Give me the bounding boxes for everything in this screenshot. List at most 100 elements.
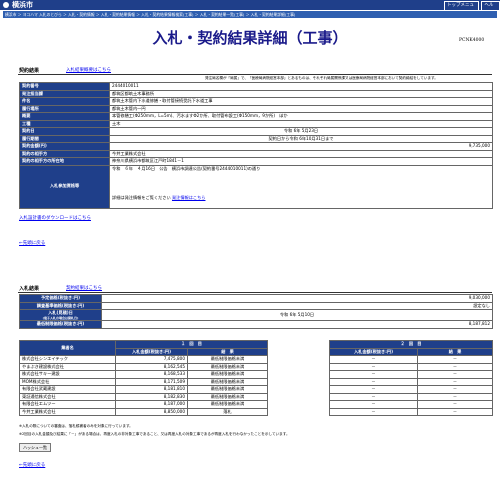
bidder-name: 有限会社エムツー — [19, 400, 116, 409]
screen-code: PCNK4000 — [459, 38, 485, 43]
round1-amount: 8,850,000 — [115, 407, 188, 416]
breadcrumb[interactable]: 横浜市 ＞ ヨコハマ 入札のとびら ＞ 入札・契約情報 ＞ 入札・契約結果情報 … — [3, 11, 497, 18]
bidder-name: 今井工業株式会社 — [19, 407, 116, 416]
bidder-results-header: 業者名 １ 回 目 ２ 回 目 入札金額(税抜き:円) 結 果 入札金額(税抜き… — [19, 340, 493, 356]
round1-result: 最低制限価格未満 — [187, 385, 268, 394]
back-to-top-link[interactable]: ←先頭に戻る — [19, 462, 45, 468]
round1-amount: 8,181,810 — [115, 385, 188, 394]
site-header: 横浜市 トップメニュー ヘルプ — [0, 0, 500, 19]
contract-row-value: 令和 6年 5月23日 — [109, 127, 493, 136]
contract-row: 件名 都筑土木管内下水道修繕・取付管接続受託下水道工事 — [19, 97, 493, 106]
contract-row-label: 契約番号 — [19, 82, 110, 91]
company-column-header: 業者名 — [19, 340, 116, 356]
bid-summary-label: 最低制限価格(税抜き:円) — [19, 320, 102, 329]
bid-qualification-label: 入札参加資格等 — [19, 164, 110, 209]
spacer — [268, 371, 330, 379]
round2-result: － — [417, 362, 493, 371]
bid-summary-label-text: 最低制限価格(税抜き:円) — [36, 321, 85, 326]
spacer — [267, 340, 330, 348]
table-row: 今井工業株式会社 8,850,000 落札 －－ — [19, 407, 493, 416]
contract-row-label: 工種 — [19, 119, 110, 128]
spacer — [268, 408, 330, 416]
city-logo-icon — [3, 2, 9, 8]
hash-list-button[interactable]: ハッシュ一覧 — [19, 443, 51, 452]
footnote-1: ※入札の際についての審査は、落札候補者のみを対象に行っています。 — [19, 424, 133, 428]
round1-result: 最低制限価格未満 — [187, 392, 268, 401]
spacer — [268, 378, 330, 386]
contract-row-label: 契約の相手方 — [19, 149, 110, 158]
bid-summary-label-text: 調査基準価格(税抜き:円) — [36, 302, 85, 308]
round1-result-header: 結 果 — [187, 347, 268, 356]
round2-result: － — [417, 377, 493, 386]
round2-result: － — [417, 370, 493, 379]
bid-summary-row: 入札(見積)日 (電子入札の場合は開札日) 令和 6年 5月10日 — [19, 309, 493, 321]
round1-amount: 8,162,545 — [115, 362, 188, 371]
contract-row-label: 契約金額(円) — [19, 142, 110, 151]
table-row: 株式会社サキー建設 8,168,533 最低制限価格未満 －－ — [19, 370, 493, 379]
contract-row: 契約金額(円) 9,735,000 — [19, 142, 493, 151]
contract-table: 契約番号 2444010011 発注担当課 都筑区都筑土木事務所 件名 都筑土木管内下水道… — [19, 82, 493, 209]
bid-qualification-more-text: 詳細は発注情報をご覧ください — [112, 195, 171, 200]
round1-amount-header: 入札金額(税抜き:円) — [115, 347, 188, 356]
round1-amount: 7,475,800 — [115, 355, 188, 364]
divider — [18, 74, 492, 75]
order-info-link[interactable]: 発注情報はこちら — [172, 195, 206, 200]
table-row: MOM株式会社 8,171,509 最低制限価格未満 －－ — [19, 377, 493, 386]
round2-result: － — [417, 392, 493, 401]
contract-row-label: 件名 — [19, 97, 110, 106]
bid-summary-label-text: 予定価格(税抜き:円) — [40, 295, 80, 300]
contract-row: 履行期間 契約日から令和 6年10月31日まで — [19, 134, 493, 143]
round2-result: － — [417, 385, 493, 394]
bid-summary-link[interactable]: 入札結果概要はこちら — [66, 67, 111, 73]
round2-result-header: 結 果 — [417, 347, 493, 356]
round1-result: 最低制限価格未満 — [187, 355, 268, 364]
contract-row-value: 土木 — [109, 119, 493, 128]
design-download-link[interactable]: 入札設計書のダウンロードはこちら — [19, 215, 91, 221]
bid-qualification-cell: 令和 ６年 ４月16日 公告 横浜市調達公告(契約番号2444010011)の通… — [109, 164, 493, 209]
contract-result-link[interactable]: 契約結果はこちら — [66, 285, 102, 291]
table-row: 東証通信株式会社 8,182,830 最低制限価格未満 －－ — [19, 392, 493, 401]
bidder-name: 東証通信株式会社 — [19, 392, 116, 401]
bid-summary-label: 入札(見積)日 (電子入札の場合は開札日) — [19, 309, 102, 321]
spacer — [267, 348, 330, 356]
contract-row-value: 契約日から令和 6年10月31日まで — [109, 134, 493, 143]
round2-result: － — [417, 400, 493, 409]
bidder-name: 株式会社サキー建設 — [19, 370, 116, 379]
contract-row-label: 履行場所 — [19, 104, 110, 113]
bid-summary-value: 8,187,812 — [101, 320, 493, 329]
contract-row-value: 都筑土木管内一円 — [109, 104, 493, 113]
bid-summary-table: 予定価格(税抜き:円) 9,030,000 調査基準価格(税抜き:円) 設定なし 入札(… — [19, 294, 493, 329]
spacer — [268, 401, 330, 409]
round1-result: 最低制限価格未満 — [187, 400, 268, 409]
contract-row-value: 都筑土木管内下水道修繕・取付管接続受託下水道工事 — [109, 97, 493, 106]
contract-row-value: 2444010011 — [109, 82, 493, 91]
round2-amount: － — [329, 400, 418, 409]
bid-summary-value: 設定なし — [101, 301, 493, 310]
bidder-name: 有限会社武蔵建設 — [19, 385, 116, 394]
round1-result: 落札 — [187, 407, 268, 416]
contract-table-body: 契約番号 2444010011 発注担当課 都筑区都筑土木事務所 件名 都筑土木管内下水道… — [19, 82, 493, 166]
contract-row: 履行場所 都筑土木管内一円 — [19, 104, 493, 113]
contract-row-value: 都筑区都筑土木事務所 — [109, 89, 493, 98]
round2-amount: － — [329, 370, 418, 379]
table-row: 株式会社シンエイテック 7,475,800 最低制限価格未満 －－ — [19, 355, 493, 364]
contract-row-label: 契約日 — [19, 127, 110, 136]
spacer — [268, 386, 330, 394]
round2-result: － — [417, 355, 493, 364]
bid-summary-value: 令和 6年 5月10日 — [101, 309, 493, 321]
contract-row-value: 9,735,000 — [109, 142, 493, 151]
round1-result: 最低制限価格未満 — [187, 362, 268, 371]
round2-amount: － — [329, 385, 418, 394]
table-row: 有限会社エムツー 8,187,000 最低制限価格未満 －－ — [19, 400, 493, 409]
round2-result: － — [417, 407, 493, 416]
contract-row: 契約の相手方 今井工業株式会社 — [19, 149, 493, 158]
bid-qualification-more: 詳細は発注情報をご覧ください 発注情報はこちら — [112, 195, 490, 202]
round1-amount: 8,182,830 — [115, 392, 188, 401]
city-name[interactable]: 横浜市 — [12, 0, 33, 10]
bid-summary-row: 最低制限価格(税抜き:円) 8,187,812 — [19, 320, 493, 329]
round2-header: ２ 回 目 — [329, 340, 493, 349]
back-to-top-link[interactable]: ←先頭に戻る — [19, 240, 45, 246]
contract-row: 発注担当課 都筑区都筑土木事務所 — [19, 89, 493, 98]
bidding-section-label: 入札結果 — [19, 286, 40, 292]
round2-amount: － — [329, 392, 418, 401]
